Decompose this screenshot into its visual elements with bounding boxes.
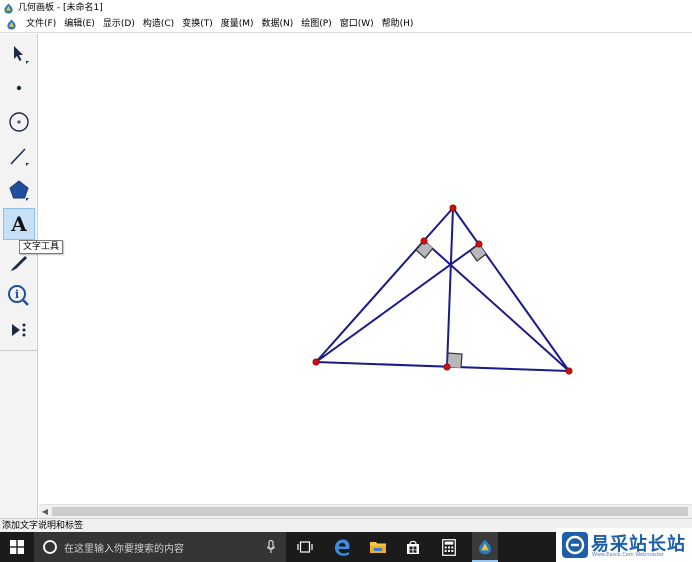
vertex-c: [565, 367, 573, 375]
move-arrow-tool[interactable]: [3, 38, 35, 70]
play-custom-tools-icon: [12, 323, 26, 337]
toolbox-separator: [0, 350, 38, 351]
text-a-icon: A: [10, 212, 27, 236]
tool-tooltip: 文字工具: [19, 240, 64, 254]
menu-help[interactable]: 帮助(H): [378, 16, 418, 33]
taskbar-search-box[interactable]: 在这里输入你要搜索的内容: [34, 532, 286, 562]
file-explorer-button[interactable]: [365, 532, 391, 562]
site-watermark: 易采站长站 Www.Easck.Com Webmaster: [556, 528, 692, 562]
edge-browser-button[interactable]: [329, 532, 355, 562]
arrow-pointer-icon: [14, 46, 29, 64]
altitude-from-a: [315, 243, 480, 363]
foot-on-bc: [475, 240, 483, 248]
file-explorer-icon: [370, 542, 386, 553]
task-view-button[interactable]: [292, 532, 318, 562]
sketchpad-app-icon: [479, 539, 491, 555]
document-icon[interactable]: [6, 18, 17, 30]
menu-display[interactable]: 显示(D): [99, 16, 139, 33]
geometry-figure: [312, 204, 573, 375]
menu-construct[interactable]: 构造(C): [139, 16, 178, 33]
scroll-left-arrow-icon[interactable]: ◀: [39, 505, 51, 518]
text-tool[interactable]: A: [3, 208, 35, 240]
menu-graph[interactable]: 绘图(P): [297, 16, 335, 33]
menu-file[interactable]: 文件(F): [22, 16, 60, 33]
sketchpad-taskbar-button[interactable]: [472, 532, 498, 562]
sketch-canvas[interactable]: [39, 34, 692, 504]
triangle-side-ab: [315, 207, 454, 363]
triangle-side-bc: [452, 207, 570, 372]
straightedge-tool[interactable]: [3, 140, 35, 172]
horizontal-scrollbar[interactable]: ◀: [39, 504, 692, 518]
store-icon: [407, 540, 419, 554]
scrollbar-thumb[interactable]: [52, 507, 688, 516]
altitude-from-c: [423, 240, 570, 372]
triangle-side-ac: [315, 361, 570, 372]
menu-transform[interactable]: 变换(T): [178, 16, 217, 33]
compass-tool[interactable]: [3, 106, 35, 138]
menu-window[interactable]: 窗口(W): [336, 16, 378, 33]
watermark-subtext: Www.Easck.Com Webmaster: [592, 552, 664, 558]
vertex-b: [449, 204, 457, 212]
menu-measure[interactable]: 度量(M): [217, 16, 258, 33]
menu-data[interactable]: 数据(N): [258, 16, 298, 33]
watermark-logo-icon: [562, 532, 588, 558]
information-tool[interactable]: i: [3, 280, 35, 312]
vertex-a: [312, 358, 320, 366]
info-magnifier-icon: i: [8, 285, 29, 306]
start-button[interactable]: [0, 532, 34, 562]
window-title: 几何画板 - [未命名1]: [18, 3, 103, 13]
circle-compass-icon: [9, 112, 29, 132]
point-icon: [16, 85, 22, 91]
calculator-button[interactable]: [436, 532, 462, 562]
microphone-icon[interactable]: [266, 540, 276, 554]
foot-on-ab: [420, 237, 428, 245]
sketchpad-app-icon: [4, 2, 13, 14]
task-view-icon: [297, 541, 313, 553]
calculator-icon: [442, 538, 456, 556]
polygon-tool[interactable]: [3, 174, 35, 206]
status-text: 添加文字说明和标签: [2, 521, 84, 531]
custom-tools[interactable]: [3, 314, 35, 346]
foot-on-ac: [443, 363, 451, 371]
svg-text:A: A: [10, 212, 27, 236]
altitude-from-b: [446, 207, 454, 368]
menu-edit[interactable]: 编辑(E): [60, 16, 99, 33]
toolbox: A i: [0, 34, 38, 518]
title-bar: 几何画板 - [未命名1]: [0, 0, 692, 16]
pentagon-icon: [9, 180, 29, 201]
cortana-icon: [43, 540, 57, 554]
point-tool[interactable]: [3, 72, 35, 104]
line-segment-icon: [10, 148, 29, 166]
search-placeholder: 在这里输入你要搜索的内容: [64, 544, 184, 555]
edge-icon: [335, 539, 350, 556]
svg-text:i: i: [15, 288, 19, 301]
windows-start-icon: [10, 540, 24, 554]
store-button[interactable]: [400, 532, 426, 562]
menu-bar: 文件(F) 编辑(E) 显示(D) 构造(C) 变换(T) 度量(M) 数据(N…: [0, 16, 692, 33]
